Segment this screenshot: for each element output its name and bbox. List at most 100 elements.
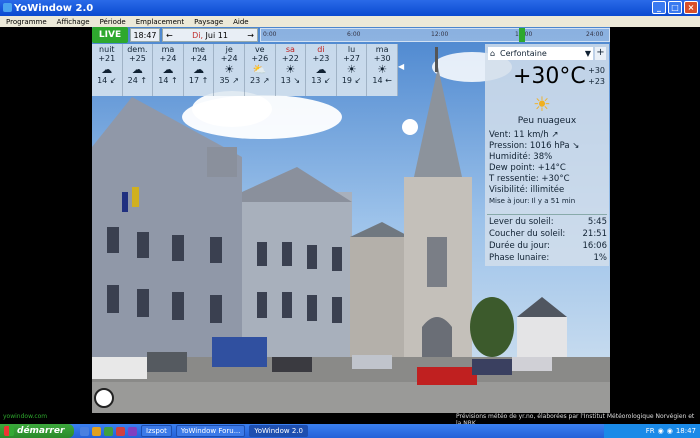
forecast-day[interactable]: nuit +21 ☁ 14 ↙ <box>92 44 123 96</box>
tray-icon[interactable]: ◉ <box>658 427 664 435</box>
forecast-day-name: nuit <box>99 45 115 54</box>
temp-max: +30 <box>588 66 605 75</box>
forecast-high: +24 <box>190 54 208 63</box>
daylength-value: 16:06 <box>582 241 608 251</box>
forecast-day[interactable]: ma +30 ☀ 14 ← <box>367 44 398 96</box>
wind-direction-icon: ↙ <box>323 76 331 85</box>
taskbar-item-izspot[interactable]: Izspot <box>141 425 172 437</box>
menu-periode[interactable]: Période <box>100 18 126 26</box>
forecast-day[interactable]: je +24 ☀ 35 ↗ <box>214 44 245 96</box>
language-indicator[interactable]: FR <box>646 427 655 435</box>
forecast-wind-speed: 19 <box>341 76 353 85</box>
sun-icon: ☀ <box>285 63 296 76</box>
task-label: Izspot <box>146 427 167 435</box>
soccer-ball-icon[interactable] <box>94 388 114 408</box>
window-titlebar[interactable]: YoWindow 2.0 _ □ × <box>0 0 700 16</box>
current-temperature: +30°C <box>513 64 586 89</box>
timeline-tick: 24:00 <box>586 31 604 38</box>
forecast-strip: nuit +21 ☁ 14 ↙ dem. +25 ☁ 24 ↑ ma +24 ☁ 14 ↑ me +24 ☁… <box>92 44 398 96</box>
wind-direction-icon: ↘ <box>293 76 301 85</box>
time-slider[interactable]: 0:00 6:00 12:00 18:00 24:00 <box>260 28 610 42</box>
forecast-wind: 13 ↙ <box>306 76 336 85</box>
cloud-rain-icon: ☁ <box>131 63 143 76</box>
quicklaunch-icon[interactable] <box>116 426 125 436</box>
wind-direction-icon: ↑ <box>171 76 178 85</box>
forecast-wind-speed: 23 <box>250 76 261 85</box>
wind-direction-icon: ↗ <box>232 76 239 85</box>
quicklaunch-icon[interactable] <box>80 426 89 436</box>
quicklaunch-icon[interactable] <box>128 426 137 436</box>
menu-emplacement[interactable]: Emplacement <box>136 18 184 26</box>
site-link[interactable]: yowindow.com <box>3 413 47 420</box>
quick-launch <box>80 426 137 436</box>
menu-paysage[interactable]: Paysage <box>194 18 223 26</box>
forecast-day-name: lu <box>347 45 356 54</box>
sunrise-label: Lever du soleil: <box>489 217 554 227</box>
current-time: 18:47 <box>130 28 160 42</box>
forecast-day[interactable]: sa +22 ☀ 13 ↘ <box>276 44 307 96</box>
live-button[interactable]: LIVE <box>92 27 128 43</box>
tray-icon[interactable]: ◉ <box>667 427 673 435</box>
chevron-down-icon[interactable]: ▼ <box>585 47 591 60</box>
quicklaunch-icon[interactable] <box>104 426 113 436</box>
forecast-wind-speed: 14 <box>158 76 169 85</box>
weather-condition: Peu nuageux <box>517 116 577 126</box>
forecast-high: +23 <box>312 54 330 63</box>
forecast-day[interactable]: me +24 ☁ 17 ↑ <box>184 44 215 96</box>
forecast-high: +21 <box>98 54 116 63</box>
menu-programme[interactable]: Programme <box>6 18 47 26</box>
forecast-day-name: je <box>225 45 233 54</box>
updated-value: Mise à jour: Il y a 51 min <box>489 197 576 205</box>
sunset-label: Coucher du soleil: <box>489 229 566 239</box>
forecast-scroll-arrow-icon[interactable]: ◀ <box>398 62 408 78</box>
quicklaunch-icon[interactable] <box>92 426 101 436</box>
wind-direction-icon: ← <box>385 76 392 85</box>
forecast-high: +26 <box>251 54 269 63</box>
feels-like-value: T ressentie: +30°C <box>489 174 570 184</box>
prev-day-arrow-icon[interactable]: ← <box>166 29 173 41</box>
forecast-day[interactable]: lu +27 ☀ 19 ↙ <box>337 44 368 96</box>
date-day: Di, <box>192 31 203 40</box>
humidity-value: Humidité: 38% <box>489 152 553 162</box>
taskbar-clock: 18:47 <box>675 427 696 435</box>
forecast-wind-speed: 14 <box>97 76 108 85</box>
forecast-day-name: sa <box>285 45 295 54</box>
location-select[interactable]: ⌂ Cerfontaine ▼ <box>488 47 593 60</box>
forecast-day[interactable]: di +23 ☁ 13 ↙ <box>306 44 337 96</box>
forecast-wind: 19 ↙ <box>337 76 367 85</box>
timeline-handle[interactable] <box>519 28 525 42</box>
dew-point-value: Dew point: +14°C <box>489 163 566 173</box>
taskbar: démarrer Izspot YoWindow Foru... YoWindo… <box>0 424 700 438</box>
moon-phase-value: 1% <box>593 253 608 263</box>
minimize-button[interactable]: _ <box>652 1 666 14</box>
menu-affichage[interactable]: Affichage <box>57 18 90 26</box>
menu-aide[interactable]: Aide <box>233 18 248 26</box>
forecast-wind-speed: 35 <box>219 76 230 85</box>
taskbar-item-yowindow[interactable]: YoWindow 2.0 <box>249 425 308 437</box>
forecast-high: +27 <box>343 54 360 63</box>
system-tray: FR ◉ ◉ 18:47 <box>604 424 700 438</box>
date-navigator: ← Di, Jui 11 → <box>162 28 258 42</box>
wind-direction-icon: ↗ <box>262 76 270 85</box>
next-day-arrow-icon[interactable]: → <box>247 29 254 41</box>
forecast-day[interactable]: dem. +25 ☁ 24 ↑ <box>123 44 154 96</box>
weather-panel: ⌂ Cerfontaine ▼ + +30°C +30 +23 ☀ Peu nu… <box>485 44 609 266</box>
wind-direction-icon: ↙ <box>354 76 362 85</box>
sunset-value: 21:51 <box>582 229 608 239</box>
forecast-day[interactable]: ma +24 ☁ 14 ↑ <box>153 44 184 96</box>
close-button[interactable]: × <box>684 1 698 14</box>
forecast-wind-speed: 14 <box>372 76 383 85</box>
forecast-wind-speed: 24 <box>127 76 138 85</box>
forecast-wind: 24 ↑ <box>123 76 153 85</box>
window-title: YoWindow 2.0 <box>14 2 94 14</box>
forecast-wind-speed: 13 <box>311 76 322 85</box>
add-location-button[interactable]: + <box>595 47 606 60</box>
start-button[interactable]: démarrer <box>0 424 74 438</box>
forecast-wind: 14 ↑ <box>153 76 183 85</box>
forecast-day[interactable]: ve +26 ⛅ 23 ↗ <box>245 44 276 96</box>
maximize-button[interactable]: □ <box>668 1 682 14</box>
sunrise-value: 5:45 <box>587 217 607 227</box>
taskbar-item-forum[interactable]: YoWindow Foru... <box>175 425 246 437</box>
sun-cloud-icon: ⛅ <box>252 63 267 76</box>
cloud-rain-icon: ☁ <box>193 63 205 76</box>
